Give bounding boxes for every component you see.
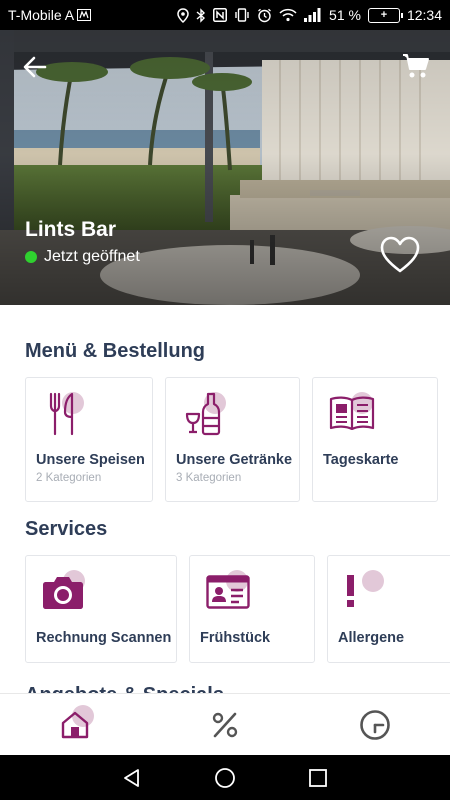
menu-section-title: Menü & Bestellung [25, 340, 206, 362]
alarm-icon [257, 8, 272, 23]
clock-time: 12:34 [406, 7, 442, 23]
card-fruehstueck[interactable]: Frühstück [189, 555, 315, 663]
exclamation-icon [347, 575, 354, 607]
opening-status: Jetzt geöffnet [25, 248, 140, 266]
vibrate-icon [234, 8, 250, 22]
heart-icon [380, 236, 420, 273]
bluetooth-icon [196, 7, 206, 23]
card-title: Frühstück [200, 630, 271, 646]
battery-icon: + [367, 7, 403, 23]
card-subtitle: 2 Kategorien [36, 472, 102, 484]
card-title: Unsere Getränke [176, 452, 293, 468]
venue-name: Lints Bar [25, 218, 117, 241]
bottom-navigation [0, 693, 450, 755]
arrow-left-icon [23, 56, 47, 78]
status-bar: T-Mobile A 51 % + 12:34 [0, 0, 450, 30]
favorite-button[interactable] [380, 236, 420, 276]
card-rechnung-scannen[interactable]: Rechnung Scannen [25, 555, 177, 663]
square-recents-icon [309, 768, 328, 787]
id-card-icon [206, 575, 250, 609]
signal-icon [304, 8, 322, 22]
card-title: Unsere Speisen [36, 452, 145, 468]
carrier: T-Mobile A [8, 7, 92, 23]
card-subtitle: 3 Kategorien [176, 472, 242, 484]
services-section-title: Services [25, 518, 108, 540]
card-title: Allergene [338, 630, 405, 646]
triangle-back-icon [123, 768, 139, 787]
camera-icon [43, 577, 83, 609]
clock-icon [360, 709, 390, 740]
back-button[interactable] [20, 52, 50, 82]
battery-percent: 51 % [329, 7, 361, 23]
system-home-button[interactable] [210, 763, 240, 793]
card-title: Tageskarte [323, 452, 399, 468]
card-unsere-getraenke[interactable]: Unsere Getränke 3 Kategorien [165, 377, 300, 502]
venue-header: Lints Bar Jetzt geöffnet [0, 30, 450, 305]
card-title: Rechnung Scannen [36, 630, 172, 646]
nav-home[interactable] [0, 694, 150, 755]
carrier-label: T-Mobile A [8, 7, 75, 23]
accent-dot [362, 570, 384, 592]
system-recents-button[interactable] [303, 763, 333, 793]
wifi-icon [279, 8, 297, 22]
cutlery-icon [49, 392, 74, 436]
nav-offers[interactable] [150, 694, 300, 755]
system-back-button[interactable] [117, 763, 147, 793]
cart-button[interactable] [400, 50, 432, 82]
circle-home-icon [215, 767, 235, 788]
status-dot-icon [25, 251, 37, 263]
card-allergene[interactable]: Allergene [327, 555, 450, 663]
location-icon [177, 7, 189, 23]
home-icon [61, 711, 89, 738]
card-tageskarte[interactable]: Tageskarte [312, 377, 438, 502]
system-navigation-bar [0, 755, 450, 800]
nav-history[interactable] [300, 694, 450, 755]
nfc-icon [213, 8, 228, 22]
percent-icon [212, 712, 238, 737]
cart-icon [403, 54, 429, 78]
sim-icon [77, 9, 92, 21]
card-unsere-speisen[interactable]: Unsere Speisen 2 Kategorien [25, 377, 153, 502]
daily-menu-icon [329, 396, 375, 430]
drinks-icon [185, 392, 221, 436]
opening-status-label: Jetzt geöffnet [44, 248, 140, 265]
